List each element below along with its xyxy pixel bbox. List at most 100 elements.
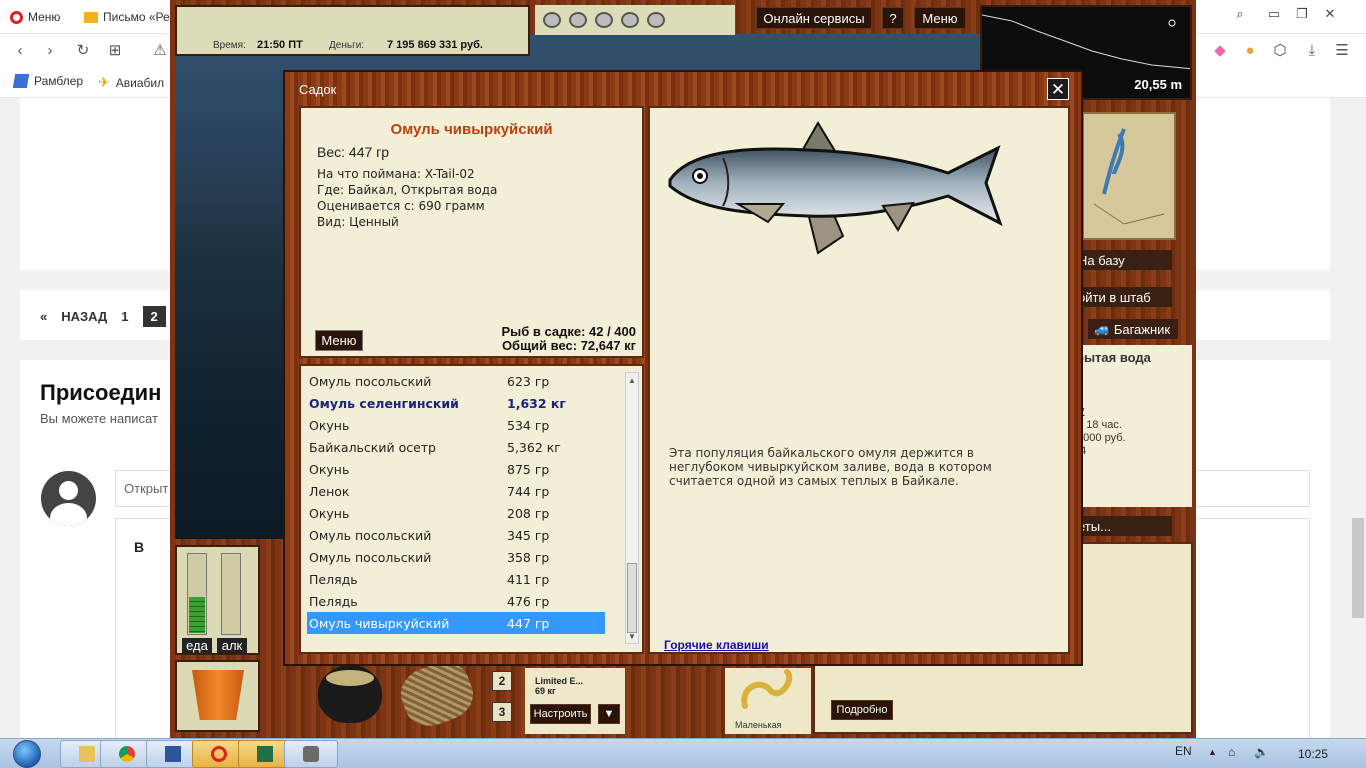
fish-list-weight: 623 гр xyxy=(507,373,550,389)
scroll-down-icon[interactable]: ▼ xyxy=(626,629,638,643)
fish-caught-on: На что поймана: X-Tail-02 xyxy=(317,167,475,181)
network-icon[interactable]: ⌂ xyxy=(1228,745,1235,759)
volume-icon[interactable]: 🔈 xyxy=(1254,745,1269,759)
money-value: 7 195 869 331 руб. xyxy=(387,39,483,51)
tackle-weight: 69 кг xyxy=(535,686,556,696)
fish-list-name: Окунь xyxy=(309,417,350,433)
slot-2[interactable]: 2 xyxy=(492,671,512,691)
rod-slot-icon xyxy=(569,12,587,28)
fish-description: Эта популяция байкальского омуля держитс… xyxy=(669,446,992,488)
lake-map[interactable] xyxy=(1082,112,1176,240)
fish-list-row[interactable]: Окунь 875 гр xyxy=(307,458,605,480)
browser-tab-menu[interactable]: Меню xyxy=(10,5,78,29)
fish-list-scroll-thumb[interactable] xyxy=(627,563,637,633)
fish-list-name: Байкальский осетр xyxy=(309,439,436,455)
game-menu-button[interactable]: Меню xyxy=(914,7,966,29)
food-label: еда xyxy=(182,638,212,653)
close-window-icon[interactable]: ✕ xyxy=(1318,2,1342,26)
food-gauge xyxy=(187,553,207,635)
fish-list-row[interactable]: Пелядь 476 гр xyxy=(307,590,605,612)
fish-menu-button[interactable]: Меню xyxy=(315,330,363,351)
speed-dial-icon[interactable]: ⊞ xyxy=(105,40,125,60)
trunk-button[interactable]: 🚙 Багажник xyxy=(1088,319,1178,339)
cube-icon[interactable]: ⬡ xyxy=(1270,40,1290,60)
bucket-slot[interactable] xyxy=(175,660,260,732)
rod-slot-icon xyxy=(595,12,613,28)
keepnet-dialog: Садок ✕ Омуль чивыркуйский Вес: 447 гр Н… xyxy=(283,70,1083,666)
opera-icon xyxy=(10,10,23,24)
landing-net-icon[interactable] xyxy=(394,654,480,734)
fish-list-weight: 1,632 кг xyxy=(507,395,566,411)
scroll-up-icon[interactable]: ▲ xyxy=(626,373,638,387)
fish-list-row[interactable]: Байкальский осетр 5,362 кг xyxy=(307,436,605,458)
fish-list-row[interactable]: Омуль посольский 623 гр xyxy=(307,370,605,392)
tray-up-icon[interactable]: ▲ xyxy=(1208,747,1217,757)
fish-list-row[interactable]: Омуль селенгинский 1,632 кг xyxy=(307,392,605,414)
minimize-icon[interactable]: ▭ xyxy=(1262,2,1286,26)
pot-icon[interactable] xyxy=(318,665,382,723)
clock[interactable]: 10:25 xyxy=(1298,747,1328,761)
reload-icon[interactable]: ↻ xyxy=(73,40,93,60)
search-icon[interactable]: ⌕ xyxy=(1228,2,1252,26)
fish-list-row[interactable]: Окунь 534 гр xyxy=(307,414,605,436)
extension-icon-2[interactable]: ● xyxy=(1240,40,1260,60)
location-name: рытая вода xyxy=(1076,350,1151,365)
fish-list-name: Омуль посольский xyxy=(309,527,432,543)
help-button[interactable]: ? xyxy=(882,7,904,29)
word-icon xyxy=(165,746,181,762)
fish-kind: Вид: Ценный xyxy=(317,215,399,229)
fish-list-row[interactable]: Омуль посольский 358 гр xyxy=(307,546,605,568)
status-panel: Время: 21:50 ПТ Деньги: 7 195 869 331 ру… xyxy=(175,5,530,56)
plane-icon: ✈ xyxy=(98,74,110,90)
fish-list-weight: 476 гр xyxy=(507,593,550,609)
fish-picture-panel: Эта популяция байкальского омуля держитс… xyxy=(648,106,1070,654)
restore-icon[interactable]: ❐ xyxy=(1290,2,1314,26)
slot-3[interactable]: 3 xyxy=(492,702,512,722)
to-base-button[interactable]: На базу xyxy=(1072,250,1172,270)
menu-lines-icon[interactable]: ☰ xyxy=(1332,40,1352,60)
bold-button[interactable]: B xyxy=(134,539,144,555)
fish-list-name: Окунь xyxy=(309,505,350,521)
warning-icon[interactable]: ⚠ xyxy=(150,40,170,60)
fish-rated-from: Оценивается с: 690 грамм xyxy=(317,199,485,213)
extension-icon[interactable]: ◆ xyxy=(1210,40,1230,60)
prev-icon[interactable]: « xyxy=(40,309,47,324)
fish-list-row[interactable]: Окунь 208 гр xyxy=(307,502,605,524)
fish-list-row[interactable]: Омуль посольский 345 гр xyxy=(307,524,605,546)
fish-list-weight: 875 гр xyxy=(507,461,550,477)
fish-list-row[interactable]: Пелядь 411 гр xyxy=(307,568,605,590)
pager-back-link[interactable]: НАЗАД xyxy=(61,309,107,324)
bite-indicators xyxy=(535,5,735,35)
back-icon[interactable]: ‹ xyxy=(10,40,30,60)
start-button[interactable] xyxy=(4,739,50,768)
taskbar-game[interactable] xyxy=(284,740,338,768)
lure-slot[interactable]: Маленькая xyxy=(725,668,811,734)
language-indicator[interactable]: EN xyxy=(1175,744,1192,758)
page-scrollbar[interactable] xyxy=(1350,98,1366,738)
close-icon[interactable]: ✕ xyxy=(1047,78,1069,100)
forward-icon[interactable]: › xyxy=(40,40,60,60)
details-button[interactable]: Подробно xyxy=(831,700,893,720)
fish-list-row[interactable]: Ленок 744 гр xyxy=(307,480,605,502)
online-services-button[interactable]: Онлайн сервисы xyxy=(756,7,872,29)
configure-button[interactable]: Настроить xyxy=(530,704,591,724)
windows-logo-icon xyxy=(13,740,41,768)
page-2[interactable]: 2 xyxy=(142,306,166,327)
bookmark-avia[interactable]: ✈ Авиабил xyxy=(98,74,164,91)
browser-tab-mail[interactable]: Письмо «Ре xyxy=(84,5,174,29)
download-icon[interactable]: ⤓ xyxy=(1302,40,1322,60)
to-hq-button[interactable]: ойти в штаб xyxy=(1072,287,1172,307)
hotkeys-link[interactable]: Горячие клавиши xyxy=(664,638,769,652)
tickets-button[interactable]: еты... xyxy=(1072,516,1172,536)
page-scrollbar-thumb[interactable] xyxy=(1352,518,1364,618)
page-1[interactable]: 1 xyxy=(121,309,128,324)
fish-list-row[interactable]: Омуль чивыркуйский 447 гр xyxy=(307,612,605,634)
configure-dropdown-button[interactable]: ▼ xyxy=(598,704,620,724)
fish-list-weight: 345 гр xyxy=(507,527,550,543)
bookmark-rambler[interactable]: Рамблер xyxy=(12,74,83,88)
fish-list-scrollbar[interactable]: ▲ ▼ xyxy=(625,372,639,644)
fish-list-name: Омуль посольский xyxy=(309,373,432,389)
fish-info-panel: Омуль чивыркуйский Вес: 447 гр На что по… xyxy=(299,106,644,358)
fish-list-weight: 411 гр xyxy=(507,571,550,587)
mail-icon xyxy=(84,11,98,23)
